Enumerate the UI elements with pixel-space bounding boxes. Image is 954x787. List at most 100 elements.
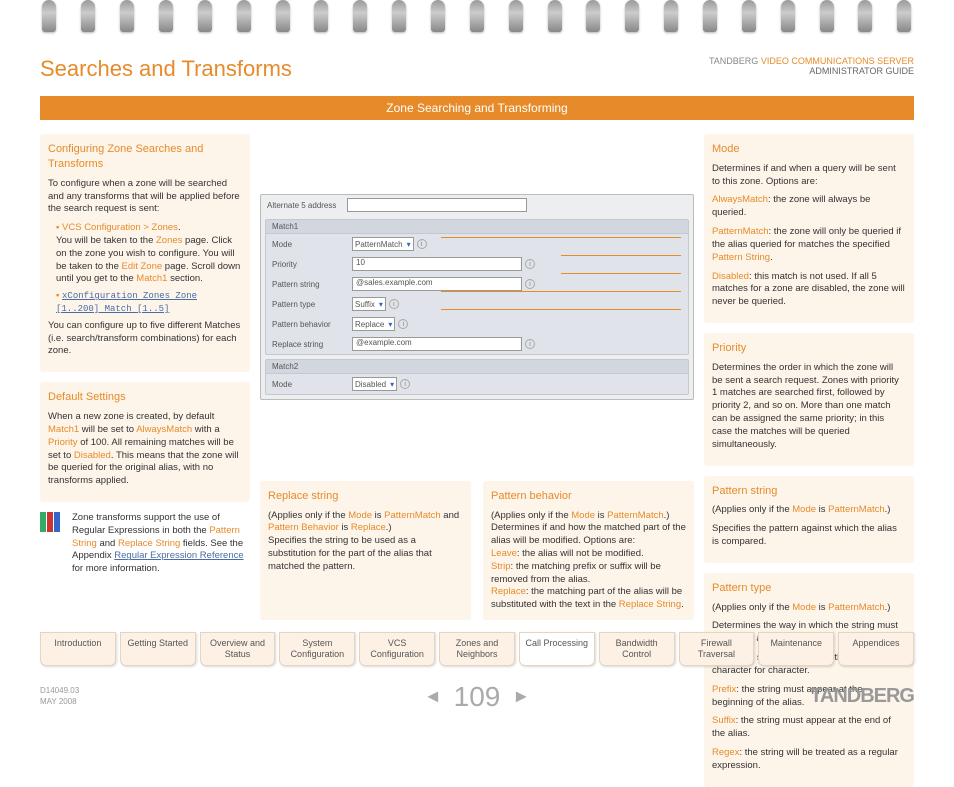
sc-mode-select: PatternMatch bbox=[352, 237, 414, 251]
info-icon: i bbox=[389, 299, 399, 309]
info-icon: i bbox=[525, 259, 535, 269]
left-column: Configuring Zone Searches and Transforms… bbox=[40, 134, 250, 630]
rs-applies: (Applies only if the Mode is PatternMatc… bbox=[268, 510, 463, 536]
defaults-panel: Default Settings When a new zone is crea… bbox=[40, 382, 250, 502]
spiral-binding bbox=[0, 0, 954, 45]
defaults-heading: Default Settings bbox=[48, 390, 242, 405]
tab-system-configuration[interactable]: System Configuration bbox=[279, 632, 355, 666]
pb-replace: Replace: the matching part of the alias … bbox=[491, 586, 686, 612]
pt-suffix: Suffix: the string must appear at the en… bbox=[712, 715, 906, 741]
prev-arrow-icon[interactable]: ◄ bbox=[424, 686, 442, 707]
match1-group: Match1 bbox=[266, 220, 688, 234]
xconfig-link-item: xConfiguration Zones Zone [1..200] Match… bbox=[56, 290, 242, 316]
pb-applies: (Applies only if the Mode is PatternMatc… bbox=[491, 510, 686, 523]
nav-tabs: IntroductionGetting StartedOverview and … bbox=[40, 632, 914, 666]
tab-maintenance[interactable]: Maintenance bbox=[758, 632, 834, 666]
leader-line bbox=[441, 291, 681, 292]
sc-pt-select: Suffix bbox=[352, 297, 386, 311]
tab-overview-and-status[interactable]: Overview and Status bbox=[200, 632, 276, 666]
tab-firewall-traversal[interactable]: Firewall Traversal bbox=[679, 632, 755, 666]
leader-line bbox=[441, 309, 681, 310]
tab-introduction[interactable]: Introduction bbox=[40, 632, 116, 666]
tab-zones-and-neighbors[interactable]: Zones and Neighbors bbox=[439, 632, 515, 666]
xconfig-link[interactable]: xConfiguration Zones Zone [1..200] Match… bbox=[56, 291, 197, 314]
leader-line bbox=[561, 273, 681, 274]
middle-column: Alternate 5 address Match1 ModePatternMa… bbox=[260, 134, 694, 630]
guide-name: ADMINISTRATOR GUIDE bbox=[809, 66, 914, 76]
replace-string-panel: Replace string (Applies only if the Mode… bbox=[260, 481, 471, 620]
pt-heading: Pattern type bbox=[712, 581, 906, 596]
pb-strip: Strip: the matching prefix or suffix wil… bbox=[491, 561, 686, 587]
tab-getting-started[interactable]: Getting Started bbox=[120, 632, 196, 666]
nav-path-item: VCS Configuration > Zones. You will be t… bbox=[56, 222, 242, 286]
sc-mode2-label: Mode bbox=[272, 380, 352, 389]
footer: D14049.03MAY 2008 ◄ 109 ► TANDBERG bbox=[40, 685, 914, 708]
info-icon: i bbox=[525, 279, 535, 289]
sc-prio-label: Priority bbox=[272, 260, 352, 269]
sc-rs-input: @example.com bbox=[352, 337, 522, 351]
regex-reference-link[interactable]: Regular Expression Reference bbox=[114, 550, 243, 561]
mode-desc: Determines if and when a query will be s… bbox=[712, 163, 906, 189]
ps-desc: Specifies the pattern against which the … bbox=[712, 523, 906, 549]
mode-always: AlwaysMatch: the zone will always be que… bbox=[712, 194, 906, 220]
mid-notes: Replace string (Applies only if the Mode… bbox=[260, 481, 694, 630]
config-note: You can configure up to five different M… bbox=[48, 320, 242, 358]
leader-line bbox=[561, 255, 681, 256]
header-branding: TANDBERG VIDEO COMMUNICATIONS SERVER ADM… bbox=[709, 56, 914, 76]
info-icon: i bbox=[417, 239, 427, 249]
sc-rs-label: Replace string bbox=[272, 340, 352, 349]
pb-leave: Leave: the alias will not be modified. bbox=[491, 548, 686, 561]
config-heading: Configuring Zone Searches and Transforms bbox=[48, 142, 242, 172]
pattern-string-panel: Pattern string (Applies only if the Mode… bbox=[704, 476, 914, 563]
sc-pt-label: Pattern type bbox=[272, 300, 352, 309]
pt-applies: (Applies only if the Mode is PatternMatc… bbox=[712, 602, 906, 615]
pt-regex: Regex: the string will be treated as a r… bbox=[712, 747, 906, 773]
ps-heading: Pattern string bbox=[712, 484, 906, 499]
priority-panel: Priority Determines the order in which t… bbox=[704, 333, 914, 466]
mode-panel: Mode Determines if and when a query will… bbox=[704, 134, 914, 323]
sc-ps-input: @sales.example.com bbox=[352, 277, 522, 291]
alt-addr-input bbox=[347, 198, 527, 212]
tab-bandwidth-control[interactable]: Bandwidth Control bbox=[599, 632, 675, 666]
product-name: VIDEO COMMUNICATIONS SERVER bbox=[761, 56, 914, 66]
mode-pattern: PatternMatch: the zone will only be quer… bbox=[712, 226, 906, 264]
right-column: Mode Determines if and when a query will… bbox=[704, 134, 914, 630]
page: Searches and Transforms TANDBERG VIDEO C… bbox=[18, 38, 936, 718]
next-arrow-icon[interactable]: ► bbox=[512, 686, 530, 707]
sc-mode2-select: Disabled bbox=[352, 377, 397, 391]
sc-pb-label: Pattern behavior bbox=[272, 320, 352, 329]
mode-disabled: Disabled: this match is not used. If all… bbox=[712, 271, 906, 309]
match2-group: Match2 bbox=[266, 360, 688, 374]
tab-appendices[interactable]: Appendices bbox=[838, 632, 914, 666]
regex-note: Zone transforms support the use of Regul… bbox=[40, 512, 250, 576]
priority-desc: Determines the order in which the zone w… bbox=[712, 362, 906, 452]
section-banner: Zone Searching and Transforming bbox=[40, 96, 914, 120]
priority-heading: Priority bbox=[712, 341, 906, 356]
ps-applies: (Applies only if the Mode is PatternMatc… bbox=[712, 504, 906, 517]
info-icon: i bbox=[398, 319, 408, 329]
sc-prio-input: 10 bbox=[352, 257, 522, 271]
regex-note-text: Zone transforms support the use of Regul… bbox=[72, 512, 250, 576]
content-columns: Configuring Zone Searches and Transforms… bbox=[40, 120, 914, 630]
sc-pb-select: Replace bbox=[352, 317, 395, 331]
config-panel: Configuring Zone Searches and Transforms… bbox=[40, 134, 250, 372]
leader-line bbox=[441, 237, 681, 238]
config-screenshot: Alternate 5 address Match1 ModePatternMa… bbox=[260, 194, 694, 400]
brand-name: TANDBERG bbox=[709, 56, 758, 66]
sc-mode-label: Mode bbox=[272, 240, 352, 249]
info-icon: i bbox=[400, 379, 410, 389]
alt-addr-label: Alternate 5 address bbox=[267, 201, 347, 210]
sc-ps-label: Pattern string bbox=[272, 280, 352, 289]
config-intro: To configure when a zone will be searche… bbox=[48, 178, 242, 216]
defaults-text: When a new zone is created, by default M… bbox=[48, 411, 242, 488]
pb-desc: Determines if and how the matched part o… bbox=[491, 522, 686, 548]
pattern-type-panel: Pattern type (Applies only if the Mode i… bbox=[704, 573, 914, 787]
info-icon: i bbox=[525, 339, 535, 349]
tab-call-processing[interactable]: Call Processing bbox=[519, 632, 595, 666]
pb-heading: Pattern behavior bbox=[491, 489, 686, 504]
mode-heading: Mode bbox=[712, 142, 906, 157]
pattern-behavior-panel: Pattern behavior (Applies only if the Mo… bbox=[483, 481, 694, 620]
rs-heading: Replace string bbox=[268, 489, 463, 504]
page-number: ◄ 109 ► bbox=[424, 681, 530, 713]
tab-vcs-configuration[interactable]: VCS Configuration bbox=[359, 632, 435, 666]
